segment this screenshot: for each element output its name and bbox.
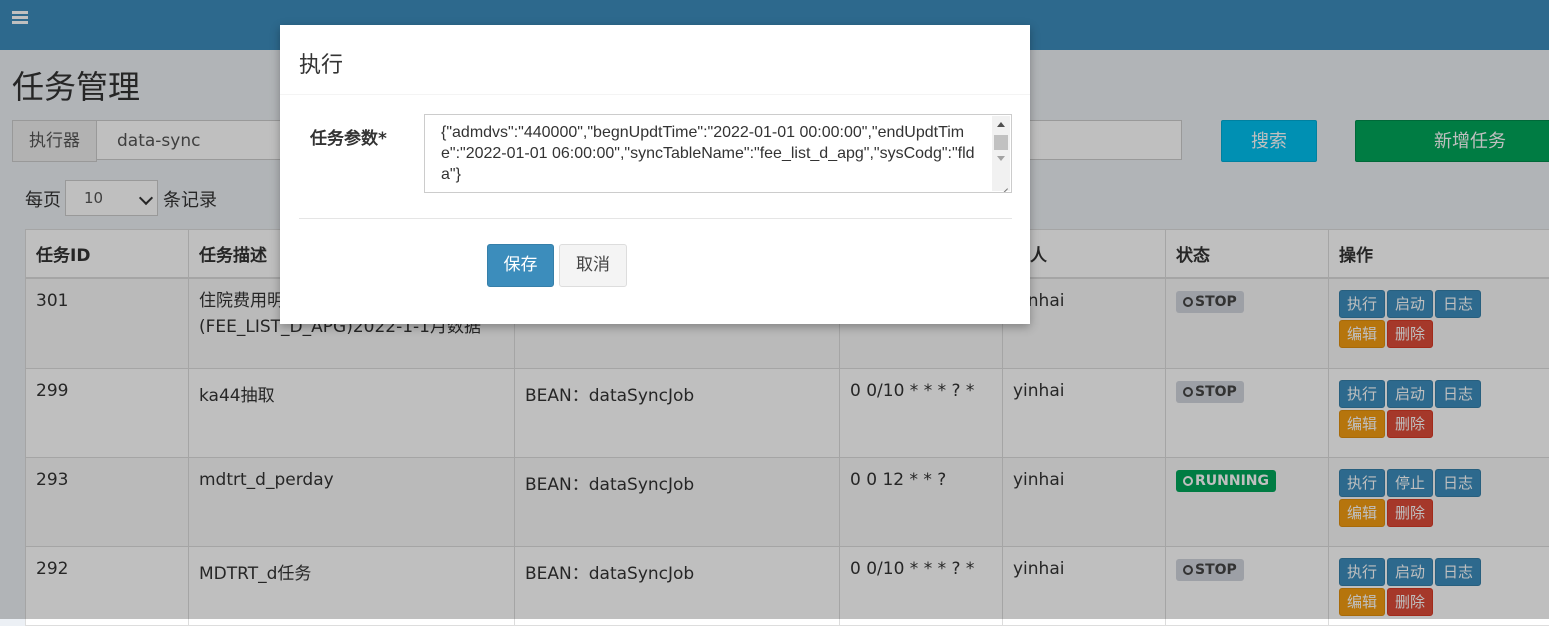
cancel-button[interactable]: 取消: [559, 244, 627, 287]
task-param-label: 任务参数*: [310, 124, 387, 149]
scroll-up-icon[interactable]: [997, 122, 1005, 127]
task-param-textarea[interactable]: {"admdvs":"440000","begnUpdtTime":"2022-…: [424, 114, 1012, 193]
modal-title: 执行: [299, 47, 343, 79]
scroll-thumb[interactable]: [994, 135, 1008, 150]
modal-header-divider: [280, 94, 1030, 95]
scroll-down-icon[interactable]: [997, 156, 1005, 161]
execute-modal: 执行 任务参数* {"admdvs":"440000","begnUpdtTim…: [280, 25, 1030, 324]
resize-handle-icon[interactable]: [998, 179, 1008, 189]
save-button[interactable]: 保存: [487, 244, 554, 287]
modal-footer-divider: [299, 218, 1012, 219]
task-param-value: {"admdvs":"440000","begnUpdtTime":"2022-…: [441, 122, 981, 185]
